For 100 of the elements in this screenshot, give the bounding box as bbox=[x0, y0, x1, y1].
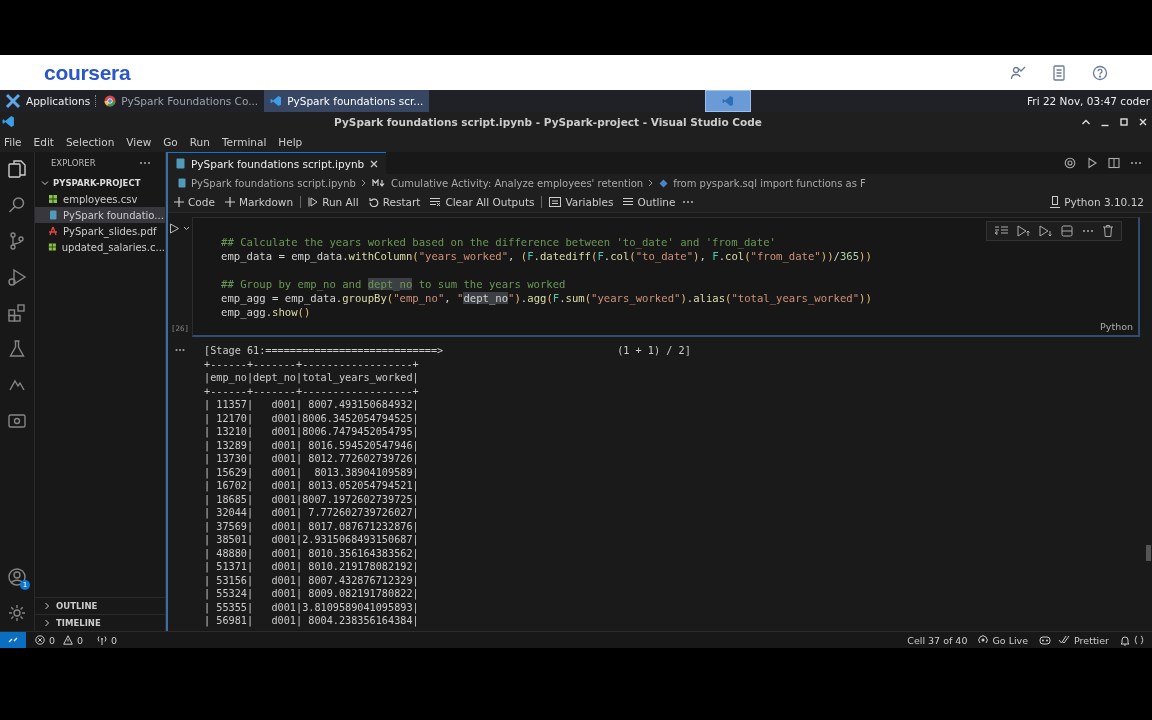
more-icon[interactable] bbox=[1082, 229, 1094, 233]
browser-icon bbox=[104, 95, 117, 107]
menu-item[interactable]: Terminal bbox=[221, 135, 267, 148]
run-icon[interactable] bbox=[1086, 157, 1098, 169]
chevron-right-icon bbox=[360, 179, 367, 187]
settings-icon[interactable] bbox=[7, 603, 27, 623]
split-editor-icon[interactable] bbox=[1108, 157, 1120, 169]
cell-position[interactable]: Cell 37 of 40 bbox=[907, 634, 968, 646]
account-icon[interactable] bbox=[7, 567, 27, 587]
braces-icon[interactable] bbox=[1134, 635, 1144, 645]
notebook-file-icon bbox=[48, 210, 58, 220]
toolbar-button[interactable]: Code bbox=[171, 196, 218, 208]
error-icon[interactable] bbox=[35, 635, 45, 645]
taskbar-window-button[interactable]: PySpark foundations scr... bbox=[264, 90, 430, 112]
kernel-picker[interactable]: Python 3.10.12 bbox=[1047, 196, 1152, 208]
more-icon[interactable] bbox=[1130, 161, 1142, 165]
explorer-title: EXPLORER bbox=[51, 158, 96, 168]
plus-icon bbox=[174, 197, 184, 207]
error-count[interactable]: 0 bbox=[49, 634, 56, 646]
explorer-file[interactable]: PySpark foundatio... bbox=[35, 207, 165, 223]
clock-text: Fri 22 Nov, 03:47 coder bbox=[1027, 95, 1151, 107]
vscode-logo-icon bbox=[2, 115, 15, 128]
code-cell[interactable] bbox=[192, 217, 1140, 337]
run-below-icon[interactable] bbox=[1039, 225, 1052, 237]
settings-icon[interactable] bbox=[1064, 157, 1076, 169]
person-check-icon[interactable] bbox=[1010, 64, 1026, 81]
document-icon[interactable] bbox=[1052, 64, 1066, 81]
menu-item[interactable]: Run bbox=[189, 135, 210, 148]
restore-icon[interactable] bbox=[1119, 116, 1129, 127]
extensions-icon[interactable] bbox=[7, 303, 27, 323]
menu-item[interactable]: View bbox=[126, 135, 152, 148]
toolbar-button[interactable]: Variables bbox=[546, 196, 617, 208]
toolbar-button[interactable]: Restart bbox=[365, 196, 424, 208]
coursera-logo[interactable]: coursera bbox=[44, 60, 131, 85]
close-icon[interactable] bbox=[370, 159, 379, 168]
output-line: | 12170| d001|8006.3452054794525| bbox=[204, 411, 420, 425]
output-line: | 56981| d001| 8004.238356164384| bbox=[204, 614, 420, 628]
notebook-file-icon bbox=[178, 178, 186, 188]
menu-item[interactable]: Help bbox=[278, 135, 303, 148]
warning-icon[interactable] bbox=[63, 635, 74, 645]
search-icon[interactable] bbox=[7, 195, 27, 215]
toolbar-button[interactable]: Run All bbox=[305, 196, 362, 208]
editor-tab[interactable]: PySpark foundations script.ipynb bbox=[168, 152, 387, 174]
close-icon[interactable] bbox=[1138, 116, 1148, 127]
code-line: ## Group by emp_no and dept_no to sum the years worked bbox=[221, 277, 567, 291]
more-icon[interactable] bbox=[175, 348, 185, 352]
bell-icon[interactable] bbox=[1120, 634, 1130, 646]
toolbar-button[interactable]: Outline bbox=[620, 196, 679, 208]
flask-icon[interactable] bbox=[7, 339, 27, 359]
help-icon[interactable] bbox=[1092, 64, 1108, 81]
pdf-file-icon bbox=[48, 226, 58, 236]
files-icon[interactable] bbox=[7, 159, 27, 179]
project-folder[interactable]: PYSPARK-PROJECT bbox=[53, 177, 141, 188]
breadcrumb-item[interactable]: Cumulative Activity: Analyze employees' retention bbox=[390, 177, 644, 189]
chevron-down-icon[interactable] bbox=[41, 178, 49, 187]
toolbar-button[interactable]: Markdown bbox=[221, 196, 297, 208]
double-check-icon bbox=[1058, 635, 1071, 645]
progress-text: [Stage 61:============================> bbox=[204, 344, 444, 358]
explorer-file[interactable]: employees.csv bbox=[35, 191, 165, 207]
run-debug-icon[interactable] bbox=[7, 267, 27, 287]
menu-item[interactable]: Selection bbox=[65, 135, 115, 148]
more-icon[interactable] bbox=[139, 161, 151, 165]
menu-item[interactable]: File bbox=[4, 135, 22, 148]
ports-count[interactable]: 0 bbox=[111, 634, 118, 646]
cell-language[interactable]: Python bbox=[1100, 321, 1133, 332]
prettier-button[interactable]: Prettier bbox=[1055, 634, 1112, 646]
output-line: | 48880| d001| 8010.356164383562| bbox=[204, 546, 420, 560]
window-title: PySpark foundations script.ipynb - PySpark-project - Visual Studio Code bbox=[333, 115, 763, 128]
vscode-logo-icon bbox=[722, 95, 735, 107]
chevron-right-icon bbox=[43, 602, 51, 610]
run-cell-icon[interactable] bbox=[169, 223, 191, 234]
kernel-icon bbox=[1050, 196, 1061, 208]
workspace-button[interactable] bbox=[705, 90, 752, 112]
collapsed-section[interactable]: OUTLINE bbox=[35, 597, 165, 614]
scrollbar-thumb[interactable] bbox=[1146, 545, 1151, 561]
clear-list-icon bbox=[430, 197, 442, 207]
code-line: emp_agg.show() bbox=[221, 305, 312, 319]
broadcast-icon bbox=[978, 635, 989, 645]
run-above-icon[interactable] bbox=[1017, 225, 1030, 237]
breadcrumb-item[interactable]: PySpark foundations script.ipynb bbox=[191, 177, 356, 189]
menu-item[interactable]: Go bbox=[163, 135, 178, 148]
go-live-button[interactable]: Go Live bbox=[975, 634, 1032, 646]
toolbar-button[interactable]: Clear All Outputs bbox=[427, 196, 538, 208]
menu-item[interactable]: Edit bbox=[33, 135, 54, 148]
split-cell-icon[interactable] bbox=[1061, 225, 1073, 237]
antenna-icon[interactable] bbox=[97, 635, 108, 645]
output-line: | 18685| d001|8007.1972602739725| bbox=[204, 492, 420, 506]
run-by-line-icon[interactable] bbox=[995, 225, 1008, 237]
explorer-file[interactable]: updated_salaries.c... bbox=[35, 239, 165, 255]
branch-icon[interactable] bbox=[7, 231, 27, 251]
more-icon[interactable] bbox=[682, 200, 695, 204]
output-line: | 53156| d001| 8007.432876712329| bbox=[204, 573, 420, 587]
output-line: |emp_no|dept_no|total_years_worked| bbox=[204, 371, 420, 385]
applications-menu[interactable]: Applications bbox=[0, 90, 96, 112]
explorer-file[interactable]: PySpark_slides.pdf bbox=[35, 223, 165, 239]
warning-count[interactable]: 0 bbox=[77, 634, 84, 646]
output-line: | 13210| d001|8006.7479452054795| bbox=[204, 425, 420, 439]
breadcrumb-item[interactable]: from pyspark.sql import functions as F bbox=[673, 177, 866, 189]
trash-icon[interactable] bbox=[1103, 225, 1113, 237]
output-line: | 15629| d001| 8013.38904109589| bbox=[204, 465, 420, 479]
